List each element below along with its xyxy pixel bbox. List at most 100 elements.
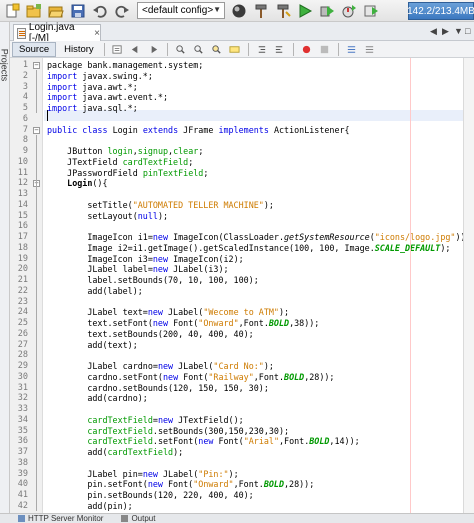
- code-token: public class: [47, 124, 113, 135]
- code-token: SCALE_DEFAULT: [374, 242, 441, 253]
- line-number: 27: [17, 339, 28, 350]
- code-line: cardTextField.setBounds(300,150,230,30);: [47, 426, 289, 437]
- code-token: Font(: [173, 318, 199, 328]
- start-macro-icon[interactable]: [301, 43, 313, 55]
- code-token: Login: [112, 124, 143, 135]
- editor-tab-row: Login.java [-/M] × ◀ ▶ ▼ □: [10, 22, 474, 44]
- code-token: login: [107, 146, 133, 156]
- code-editor[interactable]: package bank.management.system; import ja…: [44, 58, 468, 513]
- code-token: extends: [142, 124, 184, 135]
- code-token: ;: [203, 167, 209, 178]
- shift-left-icon[interactable]: [256, 43, 268, 55]
- line-number-gutter[interactable]: 1−234567−89101112−1314151617181920212223…: [10, 58, 43, 513]
- code-line: JTextField cardTextField;: [47, 157, 193, 168]
- code-token: "Onward": [193, 479, 234, 490]
- new-file-icon[interactable]: [3, 2, 21, 20]
- close-icon[interactable]: ×: [94, 28, 100, 39]
- vertical-scrollbar[interactable]: [463, 58, 474, 513]
- tab-list-icon[interactable]: ▼: [454, 26, 463, 36]
- new-project-icon[interactable]: [25, 2, 43, 20]
- code-token: JLabel(i3);: [173, 264, 229, 275]
- line-number: 3: [22, 81, 28, 92]
- tab-http-server-monitor[interactable]: HTTP Server Monitor: [18, 514, 103, 523]
- line-number: 25: [17, 318, 28, 328]
- debug-icon[interactable]: [318, 2, 336, 20]
- fold-toggle-icon[interactable]: −: [33, 126, 40, 134]
- code-token: java.awt.event.*;: [82, 92, 169, 103]
- toggle-highlight-icon[interactable]: [229, 43, 241, 55]
- code-token: JFrame: [183, 124, 219, 135]
- code-token: new: [142, 468, 163, 479]
- back-icon[interactable]: [130, 43, 142, 55]
- profile-icon[interactable]: [340, 2, 358, 20]
- line-number: 24: [17, 307, 28, 318]
- code-token: BOLD: [268, 318, 290, 328]
- tab-output[interactable]: Output: [121, 514, 155, 523]
- undo-icon[interactable]: [91, 2, 109, 20]
- run-icon[interactable]: [296, 2, 314, 20]
- code-token: JLabel cardno=: [47, 361, 158, 371]
- tab-login-java[interactable]: Login.java [-/M] ×: [13, 22, 101, 44]
- uncomment-icon[interactable]: [364, 43, 376, 55]
- code-token: cardTextField: [122, 156, 189, 167]
- stop-macro-icon[interactable]: [319, 43, 331, 55]
- code-line: JPasswordField pinTextField;: [47, 168, 208, 179]
- code-token: new: [147, 307, 169, 318]
- code-token: );: [157, 210, 169, 221]
- forward-icon[interactable]: [148, 43, 160, 55]
- find-previous-icon[interactable]: [175, 43, 187, 55]
- line-number: 31: [17, 382, 28, 393]
- code-token: cardno.setFont(: [47, 371, 163, 382]
- hammer-icon[interactable]: [252, 2, 270, 20]
- line-number: 15: [17, 210, 28, 221]
- code-token: "AUTOMATED TELLER MACHINE": [132, 199, 264, 210]
- java-file-icon: [17, 27, 26, 39]
- code-token: BOLD: [284, 371, 305, 382]
- code-token: JLabel text=: [47, 307, 148, 318]
- code-token: BOLD: [309, 436, 330, 447]
- config-dropdown[interactable]: <default config> ▼: [137, 2, 225, 19]
- find-next-icon[interactable]: [193, 43, 205, 55]
- source-button[interactable]: Source: [12, 41, 57, 57]
- separator: [247, 42, 249, 56]
- last-edit-icon[interactable]: [112, 43, 124, 55]
- code-line: pin.setBounds(120, 220, 400, 40);: [47, 490, 254, 501]
- line-number: 16: [17, 221, 28, 232]
- fold-toggle-icon[interactable]: −: [33, 62, 40, 69]
- apply-code-icon[interactable]: [362, 2, 380, 20]
- code-token: "Onward": [198, 318, 239, 328]
- code-token: ImageIcon(i2);: [173, 253, 244, 264]
- scroll-tabs-left-icon[interactable]: ◀: [430, 26, 437, 37]
- code-token: new: [152, 232, 174, 242]
- code-token: "icons/logo.jpg": [374, 232, 456, 242]
- comment-icon[interactable]: [346, 43, 358, 55]
- line-number: 20: [17, 264, 28, 275]
- shift-right-icon[interactable]: [274, 43, 286, 55]
- globe-icon[interactable]: [230, 2, 248, 20]
- code-token: ImageIcon(ClassLoader.: [173, 232, 284, 242]
- code-token: cardTextField: [107, 447, 174, 457]
- output-icon: [121, 515, 129, 522]
- code-line: pin.setFont(new Font("Onward",Font.BOLD,…: [47, 479, 314, 490]
- redo-icon[interactable]: [113, 2, 131, 20]
- line-number: 12: [17, 178, 28, 189]
- clean-build-icon[interactable]: [274, 2, 292, 20]
- line-number: 2: [22, 70, 28, 81]
- find-selection-icon[interactable]: [211, 43, 223, 55]
- maximize-icon[interactable]: □: [465, 26, 470, 36]
- history-button[interactable]: History: [58, 42, 100, 57]
- code-token: new: [162, 371, 184, 382]
- line-number: 6: [22, 113, 28, 124]
- memory-indicator[interactable]: 142.2/213.4MB: [407, 2, 474, 20]
- save-all-icon[interactable]: [69, 2, 87, 20]
- code-token: cardTextField: [87, 425, 153, 436]
- open-project-icon[interactable]: [47, 2, 65, 20]
- line-number: 14: [17, 199, 28, 210]
- code-token: pinTextField: [142, 167, 204, 178]
- code-token: pin.setBounds(120, 220, 400, 40);: [47, 490, 254, 500]
- code-token: ,Font.: [278, 436, 310, 447]
- code-token: JTextField();: [178, 414, 244, 425]
- scroll-tabs-right-icon[interactable]: ▶: [442, 26, 449, 37]
